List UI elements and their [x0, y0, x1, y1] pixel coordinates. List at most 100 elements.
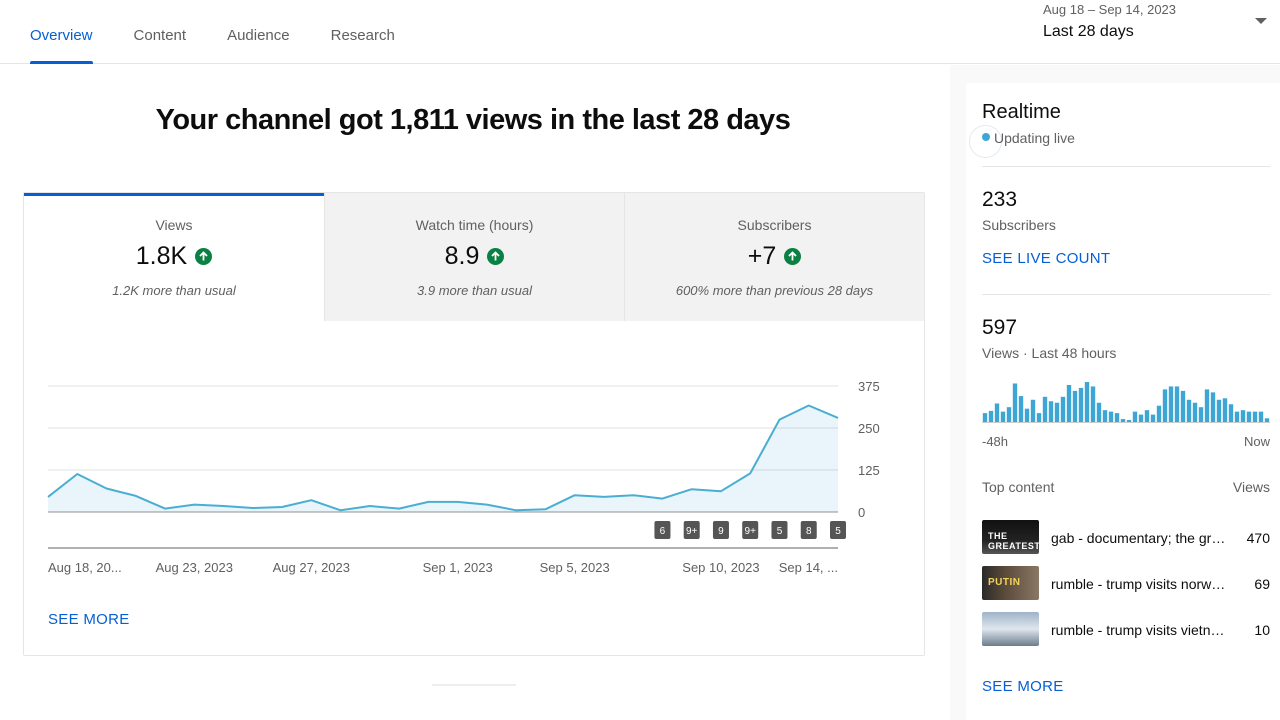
thumbnail-text: THE GREATEST	[988, 531, 1039, 551]
realtime-bar	[988, 410, 994, 422]
realtime-bar	[1210, 392, 1216, 422]
realtime-see-more-button[interactable]: SEE MORE	[982, 678, 1064, 695]
top-content-header: Top content	[982, 479, 1055, 495]
metric-note: 3.9 more than usual	[417, 283, 532, 298]
x-tick-label: Aug 27, 2023	[273, 560, 350, 575]
tab-content[interactable]: Content	[134, 0, 187, 64]
arrow-up-icon	[195, 248, 213, 265]
top-bar: Overview Content Audience Research Aug 1…	[0, 0, 1280, 64]
x-tick-label: Sep 1, 2023	[423, 560, 493, 575]
realtime-bar	[1252, 411, 1258, 422]
see-live-count-link[interactable]: SEE LIVE COUNT	[982, 250, 1110, 267]
tab-overview[interactable]: Overview	[30, 0, 93, 64]
caret-down-icon[interactable]	[1255, 18, 1267, 24]
realtime-bar	[1042, 396, 1048, 422]
x-tick-label: Sep 10, 2023	[682, 560, 759, 575]
views-line-chart: 375 250 125 0 6 9+ 9 9+ 5 8 5 Aug 18, 20... Aug 23, …	[47, 379, 880, 575]
realtime-card: Realtime Updating live 233 Subscribers S…	[966, 83, 1280, 720]
metric-value-text: +7	[747, 242, 777, 270]
realtime-bar	[1240, 410, 1246, 422]
metric-tab-subscribers[interactable]: Subscribers +7 600% more than previous 2…	[624, 193, 924, 321]
realtime-bar	[1036, 413, 1042, 422]
scroll-indicator	[432, 684, 516, 686]
arrow-up-icon	[487, 248, 505, 265]
overview-card: Views 1.8K 1.2K more than usual Watch ti…	[23, 192, 925, 656]
upload-marker-label: 6	[660, 526, 666, 537]
video-title: rumble - trump visits vietna...	[1051, 622, 1227, 638]
metric-tab-watch-time[interactable]: Watch time (hours) 8.9 3.9 more than usu…	[324, 193, 624, 321]
x-tick-label: Sep 14, ...	[779, 560, 838, 575]
realtime-bar	[1096, 402, 1102, 422]
series-area	[48, 405, 838, 512]
realtime-bar	[1204, 389, 1210, 422]
upload-marker-label: 9+	[745, 526, 757, 537]
realtime-bar	[1000, 411, 1006, 422]
divider	[982, 166, 1270, 167]
metric-value: 8.9	[325, 242, 624, 271]
realtime-bar	[1138, 414, 1144, 422]
realtime-bar	[994, 403, 1000, 422]
subscriber-label: Subscribers	[982, 217, 1056, 233]
metric-value: +7	[625, 242, 924, 271]
realtime-bar	[1150, 414, 1156, 422]
realtime-bar	[1030, 399, 1036, 422]
realtime-bar	[1006, 407, 1012, 422]
views-column-header: Views	[1232, 479, 1270, 495]
upload-marker-label: 5	[835, 526, 841, 537]
realtime-bar	[1048, 401, 1054, 422]
realtime-bar	[1060, 396, 1066, 422]
realtime-bar	[1222, 398, 1228, 422]
realtime-bar	[1084, 382, 1090, 422]
realtime-bar	[1072, 390, 1078, 422]
realtime-bar	[1162, 389, 1168, 422]
video-thumbnail: PUTIN	[982, 566, 1039, 600]
date-range-dates: Aug 18 – Sep 14, 2023	[1043, 2, 1177, 17]
realtime-bar	[1192, 402, 1198, 422]
realtime-bar	[1054, 402, 1060, 422]
realtime-bar	[1216, 399, 1222, 422]
y-tick-label: 0	[858, 505, 865, 520]
video-views: 470	[1246, 530, 1270, 546]
bar-chart-baseline	[982, 422, 1270, 423]
realtime-bar	[1108, 411, 1114, 422]
top-content-row[interactable]: THE GREATEST gab - documentary; the gre.…	[982, 520, 1270, 556]
realtime-bar	[1258, 411, 1264, 422]
top-content-row[interactable]: rumble - trump visits vietna... 10	[982, 612, 1270, 648]
bar-axis-end: Now	[1243, 434, 1270, 449]
realtime-bar	[1078, 387, 1084, 422]
upload-marker-label: 9+	[686, 526, 698, 537]
realtime-bar	[1180, 390, 1186, 422]
tab-research[interactable]: Research	[331, 0, 395, 64]
top-content-row[interactable]: PUTIN rumble - trump visits norway... 69	[982, 566, 1270, 602]
realtime-bar	[1012, 383, 1018, 422]
realtime-bar-chart	[982, 382, 1270, 422]
thumbnail-text: PUTIN	[988, 577, 1021, 588]
see-more-button[interactable]: SEE MORE	[48, 611, 130, 628]
metric-value: 1.8K	[24, 242, 324, 271]
page-headline: Your channel got 1,811 views in the last…	[155, 104, 791, 136]
realtime-bar	[1186, 399, 1192, 422]
realtime-bar	[1198, 407, 1204, 422]
bar-axis-start: -48h	[982, 434, 1009, 449]
y-tick-label: 375	[858, 379, 880, 394]
date-range-label: Last 28 days	[1043, 23, 1134, 40]
date-range-picker[interactable]: Aug 18 – Sep 14, 2023 Last 28 days	[1043, 0, 1273, 60]
realtime-bar	[1144, 410, 1150, 422]
metric-label: Views	[155, 217, 193, 233]
metric-tab-views[interactable]: Views 1.8K 1.2K more than usual	[24, 193, 324, 321]
video-thumbnail: THE GREATEST	[982, 520, 1039, 554]
tab-audience[interactable]: Audience	[227, 0, 290, 64]
metric-note: 600% more than previous 28 days	[675, 283, 874, 298]
x-tick-label: Aug 23, 2023	[156, 560, 233, 575]
realtime-bar	[1234, 411, 1240, 422]
video-title: gab - documentary; the gre...	[1051, 530, 1227, 546]
realtime-bar	[1132, 411, 1138, 422]
realtime-bar	[1228, 404, 1234, 422]
realtime-bar	[1018, 396, 1024, 422]
upload-marker-label: 9	[718, 526, 724, 537]
realtime-bar	[1246, 411, 1252, 422]
upload-marker-label: 5	[777, 526, 783, 537]
video-views: 10	[1254, 622, 1270, 638]
x-tick-label: Aug 18, 20...	[48, 560, 122, 575]
video-thumbnail	[982, 612, 1039, 646]
